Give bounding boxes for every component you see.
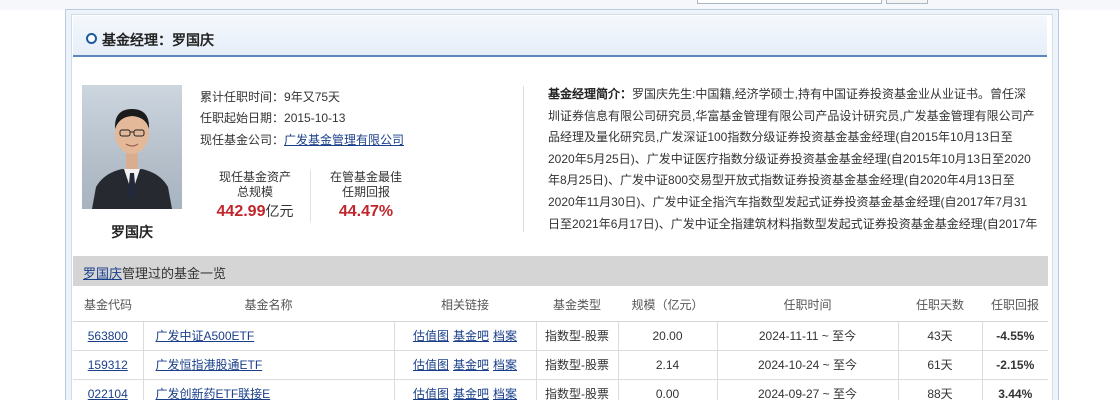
- aum-label-2: 总规模: [236, 185, 273, 199]
- fund-table: 基金代码 基金名称 相关链接 基金类型 规模（亿元） 任职时间 任职天数 任职回…: [73, 288, 1048, 400]
- tenure-days: 43天: [897, 320, 983, 351]
- fund-type: 指数型-股票: [535, 320, 619, 351]
- col-header-period: 任职时间: [717, 288, 898, 322]
- fund-name-link[interactable]: 广发创新药ETF联接E: [156, 387, 271, 400]
- col-header-size: 规模（亿元）: [618, 288, 717, 322]
- fund-size: 20.00: [617, 320, 718, 351]
- manager-photo: [82, 85, 182, 209]
- tenure-line: 累计任职时间：9年又75天: [200, 88, 340, 105]
- tenure-value: 9年又75天: [284, 90, 341, 104]
- tenure-period: 2024-11-11 ~ 至今: [716, 320, 899, 351]
- aum-value: 442.99: [216, 203, 266, 220]
- fund-name-link[interactable]: 广发中证A500ETF: [156, 329, 255, 343]
- tenure-period: 2024-10-24 ~ 至今: [716, 349, 899, 380]
- fund-profile-link[interactable]: 档案: [493, 387, 517, 400]
- start-date-value: 2015-10-13: [284, 111, 346, 125]
- section-title: 基金经理：罗国庆: [102, 32, 214, 48]
- valuation-chart-link[interactable]: 估值图: [413, 329, 449, 343]
- table-row: 159312 广发恒指港股通ETF 估值图 基金吧 档案 指数型-股票 2.14 2…: [73, 349, 1048, 380]
- fund-forum-link[interactable]: 基金吧: [453, 387, 489, 400]
- fund-code-link[interactable]: 563800: [88, 329, 128, 343]
- fund-size: 2.14: [617, 349, 718, 380]
- manager-link[interactable]: 罗国庆: [83, 266, 122, 281]
- search-button[interactable]: [886, 0, 928, 4]
- col-header-name: 基金名称: [143, 288, 394, 322]
- return-stat: 在管基金最佳 任期回报 44.47%: [316, 170, 416, 220]
- section-header: 基金经理：罗国庆: [73, 16, 1047, 57]
- circle-bullet-icon: [86, 33, 97, 44]
- fund-size: 0.00: [617, 378, 718, 400]
- aum-unit: 亿元: [265, 203, 294, 219]
- tenure-return: -4.55%: [981, 320, 1048, 351]
- col-header-type: 基金类型: [536, 288, 618, 322]
- start-date-label: 任职起始日期：: [200, 111, 285, 125]
- fund-forum-link[interactable]: 基金吧: [453, 358, 489, 372]
- fund-name-link[interactable]: 广发恒指港股通ETF: [156, 358, 263, 372]
- valuation-chart-link[interactable]: 估值图: [413, 358, 449, 372]
- manager-bio: 基金经理简介：罗国庆先生:中国籍,经济学硕士,持有中国证券投资基金业从业证书。曾…: [548, 84, 1038, 236]
- fund-profile-link[interactable]: 档案: [493, 358, 517, 372]
- return-value: 44.47%: [338, 203, 394, 220]
- col-header-days: 任职天数: [898, 288, 982, 322]
- return-label-2: 任期回报: [341, 185, 390, 199]
- vertical-divider: [523, 86, 524, 232]
- tenure-return: -2.15%: [981, 349, 1048, 380]
- table-row: 022104 广发创新药ETF联接E 估值图 基金吧 档案 指数型-股票 0.00 …: [73, 378, 1048, 400]
- company-line: 现任基金公司：广发基金管理有限公司: [200, 131, 404, 148]
- fund-forum-link[interactable]: 基金吧: [453, 329, 489, 343]
- tenure-period: 2024-09-27 ~ 至今: [716, 378, 899, 400]
- company-label: 现任基金公司：: [200, 133, 285, 147]
- stat-divider: [310, 170, 311, 222]
- company-link[interactable]: 广发基金管理有限公司: [284, 133, 404, 147]
- fund-list-title: 管理过的基金一览: [122, 266, 227, 281]
- search-input[interactable]: [697, 0, 882, 4]
- return-label-1: 在管基金最佳: [329, 170, 402, 184]
- aum-label-1: 现任基金资产: [218, 170, 291, 184]
- fund-code-link[interactable]: 159312: [88, 358, 128, 372]
- bio-text: 罗国庆先生:中国籍,经济学硕士,持有中国证券投资基金业从业证书。曾任深圳证券信息…: [548, 87, 1038, 231]
- tenure-days: 61天: [897, 349, 983, 380]
- tenure-label: 累计任职时间：: [200, 90, 285, 104]
- fund-type: 指数型-股票: [535, 378, 619, 400]
- tenure-return: 3.44%: [981, 378, 1048, 400]
- col-header-links: 相关链接: [394, 288, 536, 322]
- aum-stat: 现任基金资产 总规模 442.99亿元: [205, 170, 305, 220]
- table-row: 563800 广发中证A500ETF 估值图 基金吧 档案 指数型-股票 20.00…: [73, 320, 1048, 351]
- fund-profile-link[interactable]: 档案: [493, 329, 517, 343]
- manager-name: 罗国庆: [111, 224, 153, 240]
- aum-value-line: 442.99亿元: [205, 203, 305, 220]
- table-header-row: 基金代码 基金名称 相关链接 基金类型 规模（亿元） 任职时间 任职天数 任职回…: [73, 288, 1048, 322]
- valuation-chart-link[interactable]: 估值图: [413, 387, 449, 400]
- fund-list-header: 罗国庆管理过的基金一览: [73, 256, 1048, 286]
- fund-type: 指数型-股票: [535, 349, 619, 380]
- start-date-line: 任职起始日期：2015-10-13: [200, 109, 345, 126]
- bio-label: 基金经理简介：: [548, 87, 633, 101]
- tenure-days: 88天: [897, 378, 983, 400]
- col-header-return: 任职回报: [982, 288, 1048, 322]
- col-header-code: 基金代码: [73, 288, 143, 322]
- fund-code-link[interactable]: 022104: [88, 387, 128, 400]
